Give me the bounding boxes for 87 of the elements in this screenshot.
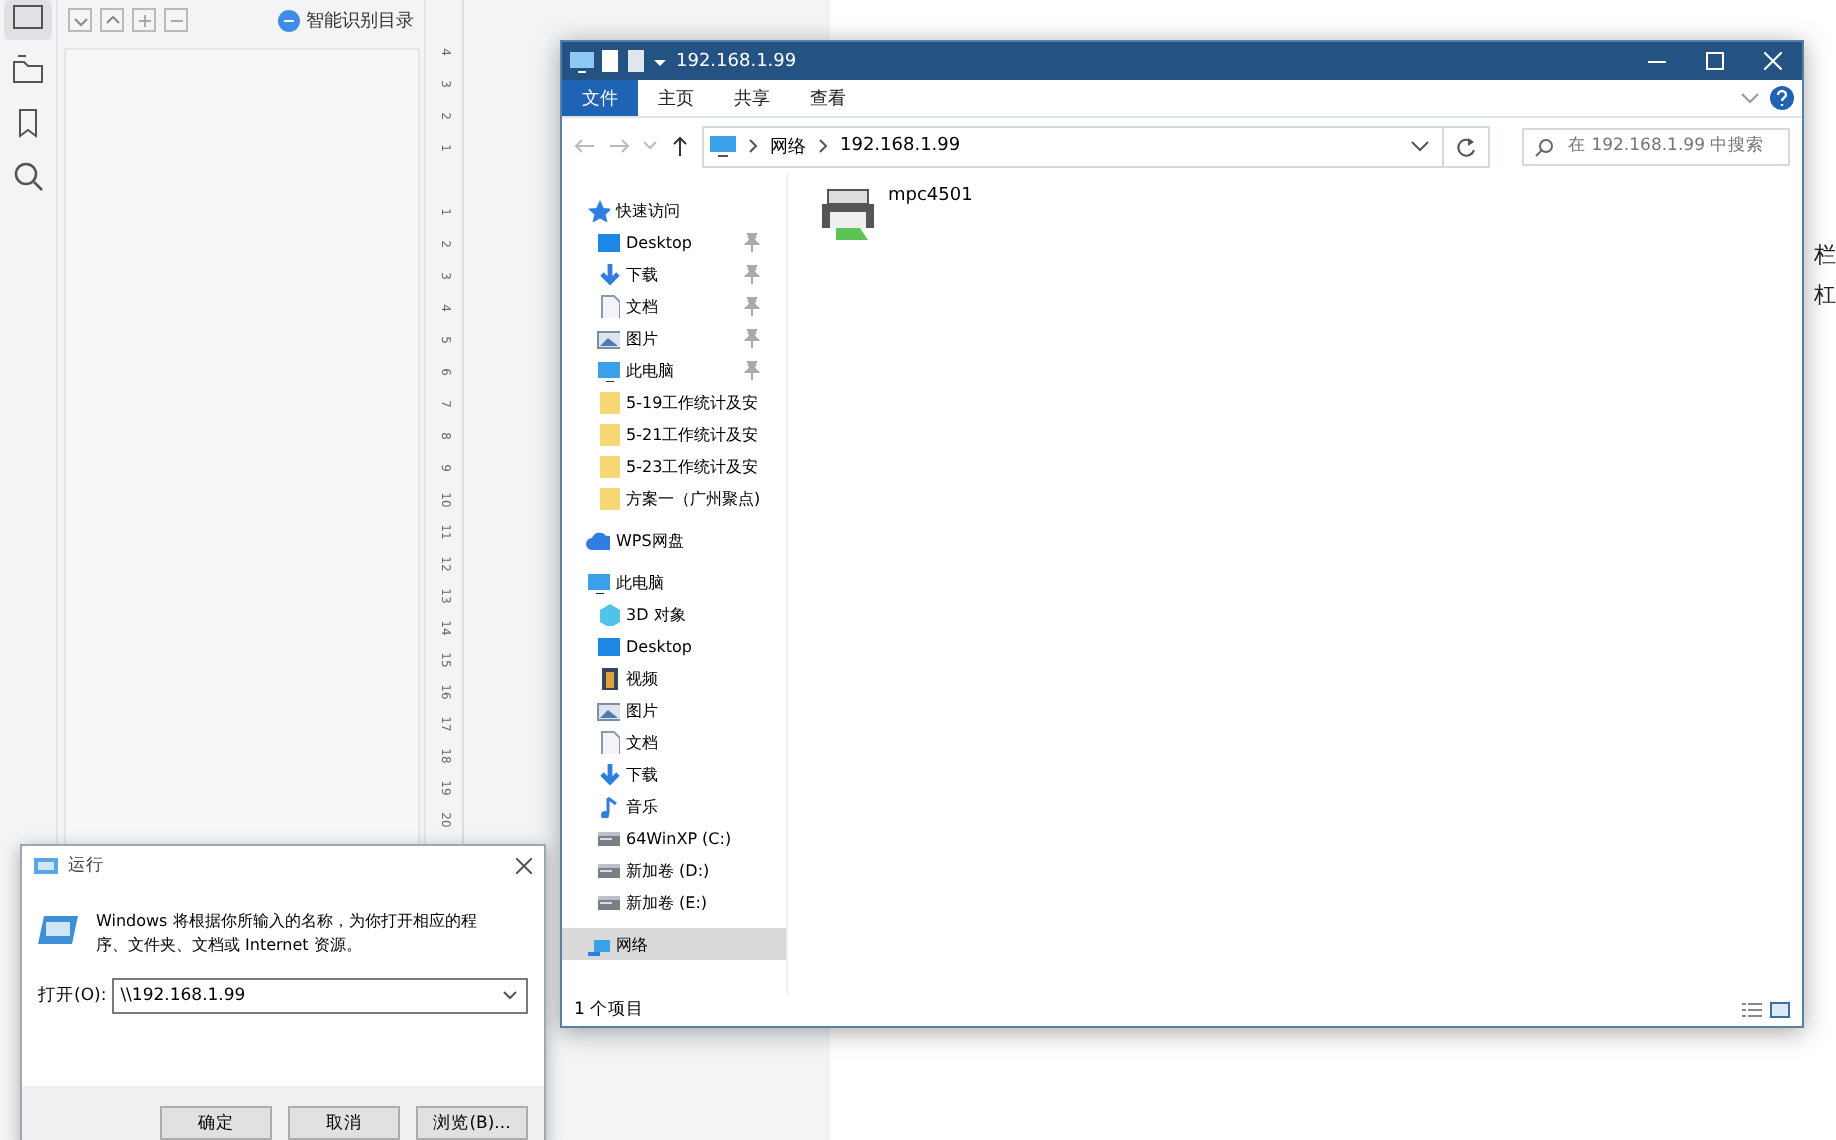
up-arrow-icon[interactable]	[670, 135, 690, 157]
ribbon-tab[interactable]: 主页	[638, 80, 714, 116]
folder-icon	[596, 454, 620, 478]
refresh-button[interactable]	[1444, 125, 1490, 167]
nav-item[interactable]: 新加卷 (E:)	[562, 886, 786, 918]
document-text: 栏	[1814, 240, 1836, 270]
nav-item[interactable]: 下载	[562, 258, 786, 290]
monitor-icon[interactable]	[570, 49, 594, 73]
nav-item[interactable]: 5-21工作统计及安	[562, 418, 786, 450]
nav-item[interactable]: 图片	[562, 694, 786, 726]
run-icon	[34, 856, 58, 876]
nav-item[interactable]: 此电脑	[562, 354, 786, 386]
sidebar-button[interactable]	[4, 0, 52, 40]
chevron-right-icon	[748, 138, 758, 154]
monitor-icon	[586, 570, 610, 594]
nav-item[interactable]: 5-19工作统计及安	[562, 386, 786, 418]
nav-item[interactable]: Desktop	[562, 226, 786, 258]
help-icon[interactable]	[1770, 86, 1794, 110]
nav-item[interactable]: 视频	[562, 662, 786, 694]
document-icon	[596, 730, 620, 754]
smart-toc-button[interactable]: 智能识别目录	[278, 7, 414, 33]
nav-item[interactable]: WPS网盘	[562, 524, 786, 556]
document-text: 杠	[1814, 280, 1836, 310]
file-name[interactable]: mpc4501	[888, 186, 973, 206]
star-icon	[586, 198, 610, 222]
dialog-title: 运行	[68, 854, 104, 878]
chevron-down-icon[interactable]	[1410, 140, 1430, 152]
details-view-icon[interactable]	[1742, 1002, 1762, 1018]
nav-item[interactable]: 网络	[562, 928, 786, 960]
chevron-down-icon[interactable]	[502, 990, 518, 1002]
open-field[interactable]: \\192.168.1.99	[112, 978, 528, 1014]
drive-icon	[596, 858, 620, 882]
cloud-icon	[586, 528, 610, 552]
status-text: 1 个项目	[574, 998, 645, 1022]
nav-item[interactable]: 下载	[562, 758, 786, 790]
run-icon	[38, 910, 80, 946]
drive-icon	[596, 826, 620, 850]
search-field[interactable]: 在 192.168.1.99 中搜索	[1522, 127, 1790, 165]
ribbon-tab[interactable]: 文件	[562, 80, 638, 116]
nav-item[interactable]: 64WinXP (C:)	[562, 822, 786, 854]
ribbon-tab[interactable]: 查看	[790, 80, 866, 116]
search-icon	[1534, 137, 1554, 157]
monitor-icon	[710, 134, 736, 158]
chevron-right-icon	[818, 138, 828, 154]
nav-item[interactable]: 文档	[562, 290, 786, 322]
nav-item[interactable]: 此电脑	[562, 566, 786, 598]
nav-item[interactable]: 文档	[562, 726, 786, 758]
dialog-button[interactable]: 浏览(B)...	[416, 1106, 528, 1140]
download-arrow-icon	[596, 262, 620, 286]
breadcrumb-item[interactable]: 192.168.1.99	[840, 136, 961, 156]
collapse-icon[interactable]	[100, 8, 124, 32]
nav-item[interactable]: 3D 对象	[562, 598, 786, 630]
dialog-button[interactable]: 确定	[160, 1106, 272, 1140]
dialog-button[interactable]: 取消	[288, 1106, 400, 1140]
nav-item[interactable]: Desktop	[562, 630, 786, 662]
expand-icon[interactable]	[68, 8, 92, 32]
nav-item[interactable]: 新加卷 (D:)	[562, 854, 786, 886]
document-icon	[596, 294, 620, 318]
folder-icon	[596, 486, 620, 510]
download-arrow-icon	[596, 762, 620, 786]
nav-item[interactable]: 快速访问	[562, 194, 786, 226]
nav-item[interactable]: 音乐	[562, 790, 786, 822]
dialog-message: Windows 将根据你所输入的名称，为你打开相应的程序、文件夹、文档或 Internet 资源。	[96, 910, 479, 958]
desktop-icon	[596, 634, 620, 658]
cube-icon	[596, 602, 620, 626]
desktop-icon	[596, 230, 620, 254]
nav-item[interactable]: 图片	[562, 322, 786, 354]
nav-item[interactable]: 5-23工作统计及安	[562, 450, 786, 482]
maximize-icon[interactable]	[1706, 52, 1724, 70]
folder-icon	[596, 390, 620, 414]
folder-icon	[596, 422, 620, 446]
ribbon-tab[interactable]: 共享	[714, 80, 790, 116]
film-icon	[596, 666, 620, 690]
close-icon[interactable]	[516, 858, 532, 874]
refresh-icon	[1455, 135, 1477, 157]
large-icons-view-icon[interactable]	[1770, 1002, 1790, 1018]
address-bar[interactable]: 网络 192.168.1.99	[702, 125, 1444, 167]
picture-icon	[596, 698, 620, 722]
drive-icon	[596, 890, 620, 914]
nav-item[interactable]: 方案一（广州聚点)	[562, 482, 786, 514]
open-label: 打开(O):	[38, 984, 107, 1008]
breadcrumb-item[interactable]: 网络	[770, 133, 806, 159]
music-note-icon	[596, 794, 620, 818]
printer-icon[interactable]	[816, 186, 880, 242]
picture-icon	[596, 326, 620, 350]
window-title: 192.168.1.99	[676, 51, 797, 71]
monitor-icon	[596, 358, 620, 382]
